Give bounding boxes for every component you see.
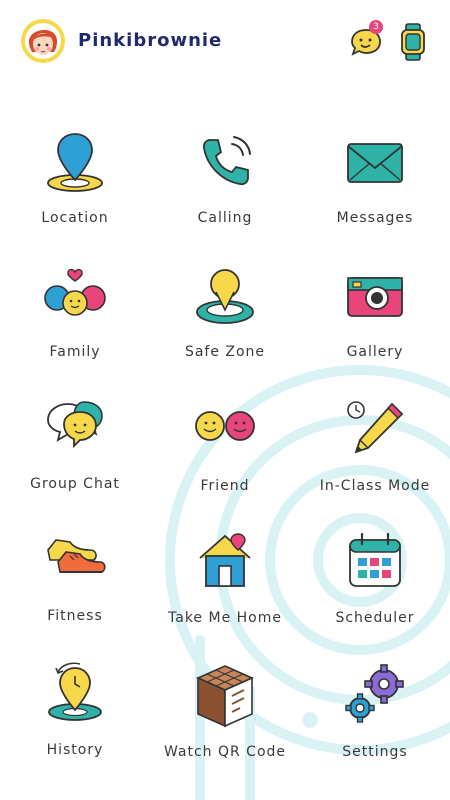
menu-item-label: Messages bbox=[336, 210, 414, 226]
menu-item-label: Safe Zone bbox=[184, 344, 266, 360]
menu-item-gallery[interactable]: Gallery bbox=[300, 262, 450, 392]
menu-item-fitness[interactable]: Fitness bbox=[0, 526, 150, 656]
friend-icon bbox=[195, 411, 255, 441]
history-icon bbox=[48, 662, 102, 721]
avatar[interactable] bbox=[20, 18, 66, 64]
menu-item-messages[interactable]: Messages bbox=[300, 128, 450, 258]
phone-icon bbox=[202, 136, 251, 186]
menu-item-label: Location bbox=[41, 210, 109, 226]
smartwatch-icon bbox=[401, 23, 425, 61]
menu-item-label: Scheduler bbox=[335, 610, 415, 626]
chat-notification-button[interactable]: 3 bbox=[347, 20, 385, 60]
family-icon bbox=[44, 268, 106, 316]
menu-item-label: Friend bbox=[200, 478, 250, 494]
home-icon bbox=[199, 533, 251, 587]
group-chat-icon bbox=[47, 401, 103, 449]
menu-item-friend[interactable]: Friend bbox=[150, 396, 300, 526]
menu-item-label: In-Class Mode bbox=[319, 478, 431, 494]
menu-item-history[interactable]: History bbox=[0, 660, 150, 790]
menu-item-label: Take Me Home bbox=[168, 610, 282, 626]
feature-grid: Location Calling Messages Family Safe Zo… bbox=[0, 0, 450, 800]
menu-item-label: Group Chat bbox=[30, 476, 120, 492]
menu-item-family[interactable]: Family bbox=[0, 262, 150, 392]
location-pin-icon bbox=[47, 133, 103, 192]
username: Pinkibrownie bbox=[78, 30, 223, 51]
qr-box-icon bbox=[196, 665, 254, 728]
safe-zone-icon bbox=[196, 269, 254, 324]
watch-button[interactable] bbox=[398, 22, 428, 62]
menu-item-watch-qr-code[interactable]: Watch QR Code bbox=[150, 662, 300, 792]
menu-item-group-chat[interactable]: Group Chat bbox=[0, 394, 150, 524]
menu-item-label: Watch QR Code bbox=[163, 744, 287, 760]
menu-item-calling[interactable]: Calling bbox=[150, 128, 300, 258]
menu-item-in-class-mode[interactable]: In-Class Mode bbox=[300, 396, 450, 526]
camera-icon bbox=[347, 277, 403, 317]
pencil-icon bbox=[347, 401, 404, 454]
gear-icon bbox=[345, 664, 404, 723]
app-header: Pinkibrownie 3 bbox=[0, 0, 450, 84]
menu-item-scheduler[interactable]: Scheduler bbox=[300, 528, 450, 658]
menu-item-label: History bbox=[46, 742, 104, 758]
menu-item-location[interactable]: Location bbox=[0, 128, 150, 258]
menu-item-label: Fitness bbox=[47, 608, 103, 624]
menu-item-take-me-home[interactable]: Take Me Home bbox=[150, 528, 300, 658]
sneakers-icon bbox=[47, 539, 106, 573]
menu-item-label: Family bbox=[49, 344, 101, 360]
menu-item-safe-zone[interactable]: Safe Zone bbox=[150, 262, 300, 392]
menu-item-label: Settings bbox=[342, 744, 408, 760]
envelope-icon bbox=[347, 143, 403, 183]
menu-item-settings[interactable]: Settings bbox=[300, 662, 450, 792]
calendar-icon bbox=[349, 532, 401, 587]
notification-badge: 3 bbox=[369, 20, 383, 34]
menu-item-label: Calling bbox=[197, 210, 253, 226]
menu-item-label: Gallery bbox=[346, 344, 404, 360]
